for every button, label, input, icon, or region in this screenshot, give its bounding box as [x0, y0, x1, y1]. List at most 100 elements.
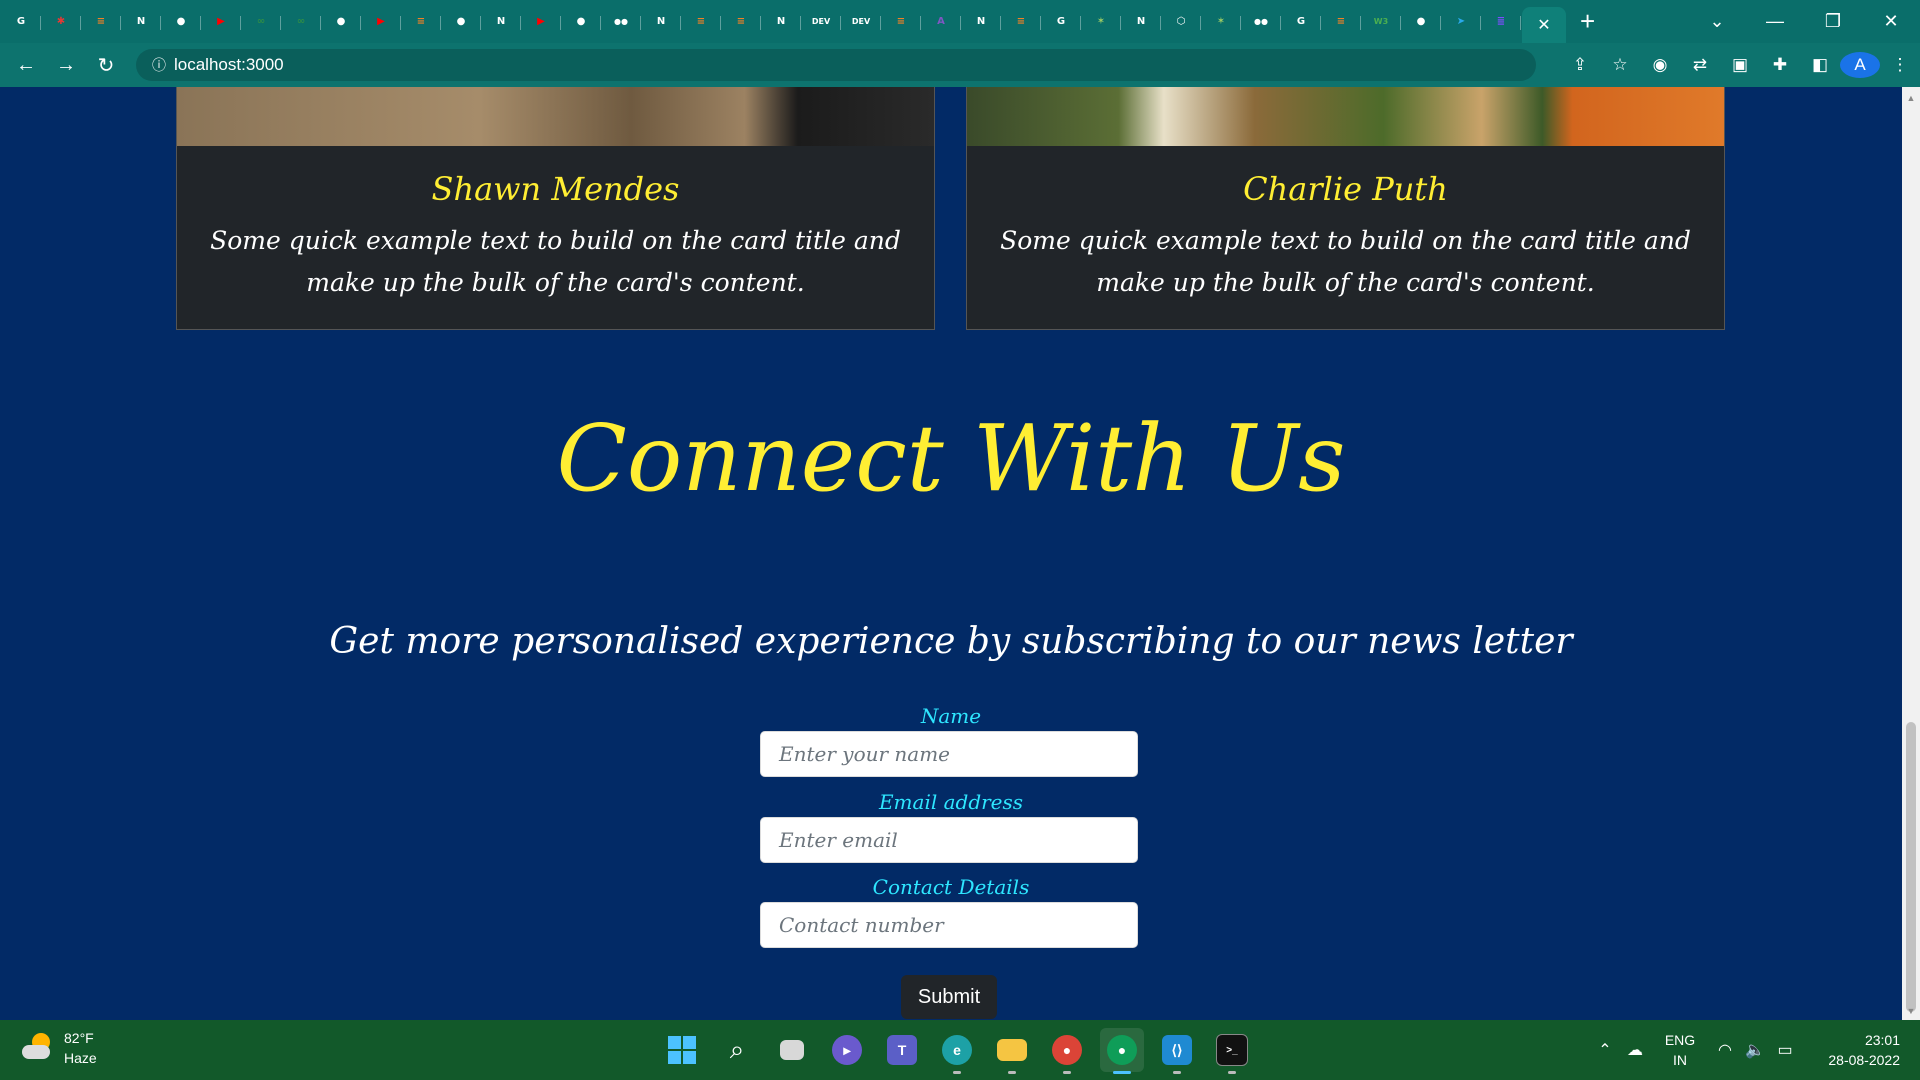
- browser-tab[interactable]: DEV: [802, 7, 841, 37]
- medium-icon: ●●: [614, 17, 628, 26]
- browser-tab[interactable]: ▶: [202, 7, 241, 37]
- edge-icon[interactable]: e: [935, 1028, 979, 1074]
- site-info-icon[interactable]: ⓘ: [144, 50, 174, 80]
- extension-translate-icon[interactable]: ⇄: [1680, 55, 1720, 75]
- browser-tab[interactable]: ≡: [882, 7, 921, 37]
- forward-icon[interactable]: →: [46, 54, 86, 77]
- github-icon: ●: [336, 16, 346, 27]
- weather-icon: [22, 1033, 52, 1063]
- battery-icon[interactable]: ▭: [1770, 1040, 1800, 1060]
- extension-screen-icon[interactable]: ▣: [1720, 55, 1760, 75]
- scrollbar-thumb[interactable]: [1906, 722, 1916, 1012]
- browser-tab[interactable]: ●: [162, 7, 201, 37]
- weather-widget[interactable]: 82°F Haze: [22, 1028, 97, 1068]
- browser-tab[interactable]: N: [482, 7, 521, 37]
- github-icon: ●: [176, 16, 186, 27]
- browser-tab[interactable]: ✶: [1082, 7, 1121, 37]
- scroll-down-icon[interactable]: ▼: [1902, 1006, 1920, 1016]
- browser-tab[interactable]: DEV: [842, 7, 881, 37]
- scroll-up-icon[interactable]: ▲: [1902, 93, 1920, 103]
- browser-tab[interactable]: ▶: [522, 7, 561, 37]
- browser-toolbar: ← → ↻ ⓘ localhost:3000 ⇪ ☆ ◉ ⇄ ▣ ✚ ◧ A ⋮: [0, 43, 1920, 87]
- new-tab-button[interactable]: +: [1580, 6, 1595, 37]
- geeksforgeeks-icon: ∞: [296, 16, 306, 27]
- browser-tab[interactable]: N: [1122, 7, 1161, 37]
- browser-tab[interactable]: N: [762, 7, 801, 37]
- chevron-up-icon[interactable]: ⌃: [1590, 1040, 1620, 1060]
- taskbar-apps: ⌕ ▸ T e ● ● ⟨⟩ >_: [660, 1028, 1265, 1074]
- name-input[interactable]: Enter your name: [760, 731, 1138, 777]
- task-view-icon[interactable]: [770, 1028, 814, 1072]
- menu-kebab-icon[interactable]: ⋮: [1880, 55, 1920, 75]
- browser-tab[interactable]: G: [1042, 7, 1081, 37]
- file-explorer-icon[interactable]: [990, 1028, 1034, 1074]
- browser-tab[interactable]: ●: [322, 7, 361, 37]
- browser-tab[interactable]: ●●: [1242, 7, 1281, 37]
- card-title: Shawn Mendes: [431, 170, 680, 208]
- browser-tab[interactable]: ✱: [42, 7, 81, 37]
- browser-tab[interactable]: ●: [562, 7, 601, 37]
- clock[interactable]: 23:01 28-08-2022: [1800, 1030, 1900, 1070]
- contact-input[interactable]: Contact number: [760, 902, 1138, 948]
- browser-tab[interactable]: ≡: [82, 7, 121, 37]
- chrome-icon[interactable]: ●: [1100, 1028, 1144, 1074]
- sparkle-icon: ✶: [1096, 16, 1106, 27]
- address-bar[interactable]: ⓘ localhost:3000: [136, 49, 1536, 81]
- browser-tab[interactable]: ≣: [1482, 7, 1521, 37]
- stackoverflow-icon: ≡: [696, 16, 706, 27]
- browser-tab[interactable]: W3: [1362, 7, 1401, 37]
- chat-icon[interactable]: ▸: [825, 1028, 869, 1072]
- chrome-profile-icon[interactable]: ●: [1045, 1028, 1089, 1074]
- submit-button[interactable]: Submit: [901, 975, 997, 1019]
- browser-tab[interactable]: A: [922, 7, 961, 37]
- browser-tab[interactable]: N: [122, 7, 161, 37]
- card-title: Charlie Puth: [1243, 170, 1448, 208]
- tab-search-icon[interactable]: ⌄: [1688, 11, 1746, 32]
- browser-tab[interactable]: ≡: [402, 7, 441, 37]
- profile-avatar[interactable]: A: [1840, 52, 1880, 78]
- back-icon[interactable]: ←: [6, 54, 46, 77]
- side-panel-icon[interactable]: ◧: [1800, 55, 1840, 75]
- browser-tab[interactable]: N: [962, 7, 1001, 37]
- minimize-button[interactable]: —: [1746, 11, 1804, 32]
- browser-tab[interactable]: ≡: [1322, 7, 1361, 37]
- browser-tab[interactable]: ≡: [682, 7, 721, 37]
- extension-mask-icon[interactable]: ◉: [1640, 55, 1680, 75]
- vscode-icon[interactable]: ⟨⟩: [1155, 1028, 1199, 1074]
- medium-icon: ●●: [1254, 17, 1268, 26]
- active-tab[interactable]: ✕: [1522, 7, 1566, 43]
- browser-tab[interactable]: ≡: [1002, 7, 1041, 37]
- browser-tab[interactable]: ●●: [602, 7, 641, 37]
- browser-tab[interactable]: ▶: [362, 7, 401, 37]
- browser-tab[interactable]: ≡: [722, 7, 761, 37]
- email-input[interactable]: Enter email: [760, 817, 1138, 863]
- volume-icon[interactable]: 🔈: [1740, 1040, 1770, 1060]
- page-scrollbar[interactable]: ▲ ▼: [1902, 87, 1920, 1020]
- close-window-button[interactable]: ✕: [1862, 11, 1920, 32]
- browser-tab[interactable]: ∞: [242, 7, 281, 37]
- extensions-puzzle-icon[interactable]: ✚: [1760, 55, 1800, 75]
- reload-icon[interactable]: ↻: [86, 53, 126, 78]
- close-tab-icon[interactable]: ✕: [1537, 15, 1550, 35]
- url-text[interactable]: localhost:3000: [174, 55, 284, 75]
- bookmark-star-icon[interactable]: ☆: [1600, 55, 1640, 75]
- restore-button[interactable]: ❐: [1804, 11, 1862, 32]
- browser-tab[interactable]: ∞: [282, 7, 321, 37]
- start-icon[interactable]: [660, 1028, 704, 1072]
- browser-tab[interactable]: G: [2, 7, 41, 37]
- wifi-icon[interactable]: ◠: [1710, 1040, 1740, 1060]
- language-indicator[interactable]: ENG IN: [1650, 1030, 1710, 1070]
- terminal-icon[interactable]: >_: [1210, 1028, 1254, 1074]
- browser-tab[interactable]: ✶: [1202, 7, 1241, 37]
- browser-tab[interactable]: G: [1282, 7, 1321, 37]
- notion-icon: N: [656, 16, 666, 27]
- browser-tab[interactable]: ➤: [1442, 7, 1481, 37]
- search-icon[interactable]: ⌕: [715, 1028, 759, 1072]
- browser-tab[interactable]: ⬡: [1162, 7, 1201, 37]
- onedrive-icon[interactable]: ☁: [1620, 1040, 1650, 1060]
- teams-icon[interactable]: T: [880, 1028, 924, 1072]
- browser-tab[interactable]: ●: [442, 7, 481, 37]
- browser-tab[interactable]: N: [642, 7, 681, 37]
- share-icon[interactable]: ⇪: [1560, 55, 1600, 75]
- browser-tab[interactable]: ●: [1402, 7, 1441, 37]
